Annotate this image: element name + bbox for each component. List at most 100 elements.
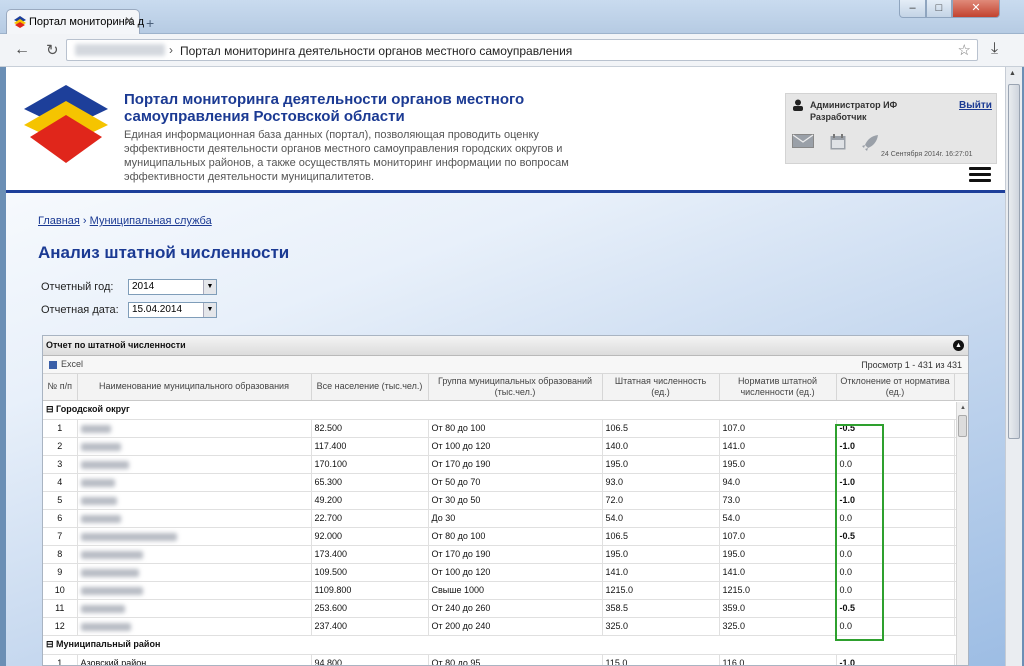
cell-deviation: -1.0 <box>836 437 955 456</box>
redacted-name <box>80 622 131 631</box>
table-row[interactable]: 1 Азовский район 94.800 От 80 до 95 115.0 116… <box>43 654 968 665</box>
cell-deviation: 0.0 <box>836 581 955 600</box>
cell-number: 8 <box>43 545 78 564</box>
address-separator: › <box>169 43 173 57</box>
scroll-up-icon[interactable]: ▲ <box>957 402 968 414</box>
cell-name <box>77 437 312 456</box>
redacted-name <box>80 568 139 577</box>
cell-name <box>77 527 312 546</box>
col-header-staff[interactable]: Штатная численность (ед.) <box>602 374 720 401</box>
table-row[interactable]: 11 253.600 От 240 до 260 358.5 359.0 -0.5 <box>43 599 968 618</box>
reload-icon[interactable]: ↻ <box>46 41 59 59</box>
breadcrumb-section-link[interactable]: Муниципальная служба <box>90 215 212 227</box>
redacted-name <box>80 424 111 433</box>
col-header-number[interactable]: № п/п <box>43 374 78 401</box>
cell-name: Азовский район <box>77 654 312 665</box>
group-label-district[interactable]: ⊟ Муниципальный район <box>43 635 968 655</box>
page-title: Анализ штатной численности <box>38 243 290 262</box>
col-header-deviation[interactable]: Отклонение от норматива (ед.) <box>836 374 955 401</box>
table-row[interactable]: 5 49.200 От 30 до 50 72.0 73.0 -1.0 <box>43 491 968 510</box>
cell-staff: 195.0 <box>602 455 720 474</box>
cell-staff: 72.0 <box>602 491 720 510</box>
back-arrow-icon[interactable]: ← <box>14 41 30 59</box>
cell-staff: 141.0 <box>602 563 720 582</box>
cell-deviation: 0.0 <box>836 455 955 474</box>
cell-norm: 73.0 <box>719 491 837 510</box>
cell-population: 92.000 <box>311 527 429 546</box>
table-row[interactable]: 3 170.100 От 170 до 190 195.0 195.0 0.0 <box>43 455 968 474</box>
table-row[interactable]: 4 65.300 От 50 до 70 93.0 94.0 -1.0 <box>43 473 968 492</box>
group-row-district[interactable]: ⊟ Муниципальный район <box>43 635 968 655</box>
cell-population: 173.400 <box>311 545 429 564</box>
logout-link[interactable]: Выйти <box>959 100 992 111</box>
window-close-button[interactable]: ✕ <box>952 0 1000 18</box>
cell-number: 10 <box>43 581 78 600</box>
breadcrumb-home-link[interactable]: Главная <box>38 215 80 227</box>
col-header-group[interactable]: Группа муниципальных образований (тыс.че… <box>428 374 603 401</box>
cell-deviation: 0.0 <box>836 509 955 528</box>
page-scroll-thumb[interactable] <box>1008 84 1020 439</box>
excel-export-button[interactable]: Excel <box>61 359 83 369</box>
calendar-icon[interactable] <box>830 134 846 150</box>
redacted-name <box>80 496 117 505</box>
table-row[interactable]: 6 22.700 До 30 54.0 54.0 0.0 <box>43 509 968 528</box>
site-header: Портал мониторинга деятельности органов … <box>6 67 1005 193</box>
table-row[interactable]: 12 237.400 От 200 до 240 325.0 325.0 0.0 <box>43 617 968 636</box>
table-row[interactable]: 10 1109.800 Свыше 1000 1215.0 1215.0 0.0 <box>43 581 968 600</box>
menu-hamburger-icon[interactable] <box>969 167 991 183</box>
redacted-name <box>80 514 121 523</box>
tab-close-icon[interactable]: ✕ <box>124 14 134 28</box>
col-header-name[interactable]: Наименование муниципального образования <box>77 374 312 401</box>
cell-staff: 1215.0 <box>602 581 720 600</box>
new-tab-button[interactable]: + <box>146 15 154 31</box>
cell-staff: 195.0 <box>602 545 720 564</box>
mail-icon[interactable] <box>792 134 814 148</box>
window-maximize-button[interactable]: □ <box>926 0 952 18</box>
date-select[interactable]: 15.04.2014 ▼ <box>128 302 217 318</box>
page-scrollbar[interactable]: ▲ <box>1005 67 1022 666</box>
browser-tab[interactable]: Портал мониторинга д ✕ <box>6 9 144 35</box>
table-row[interactable]: 1 82.500 От 80 до 100 106.5 107.0 -0.5 <box>43 419 968 438</box>
group-row-city[interactable]: ⊟ Городской округ <box>43 400 968 420</box>
address-text: Портал мониторинга деятельности органов … <box>180 44 573 58</box>
cell-group: От 80 до 100 <box>428 527 603 546</box>
table-row[interactable]: 8 173.400 От 170 до 190 195.0 195.0 0.0 <box>43 545 968 564</box>
cell-population: 109.500 <box>311 563 429 582</box>
page-viewport: Портал мониторинга деятельности органов … <box>6 67 1005 666</box>
col-header-population[interactable]: Все население (тыс.чел.) <box>311 374 429 401</box>
table-row[interactable]: 7 92.000 От 80 до 100 106.5 107.0 -0.5 <box>43 527 968 546</box>
col-header-norm[interactable]: Норматив штатной численности (ед.) <box>719 374 837 401</box>
window-minimize-button[interactable]: – <box>899 0 926 18</box>
cell-number: 11 <box>43 599 78 618</box>
download-icon[interactable]: ⤓ <box>991 40 998 58</box>
cell-norm: 54.0 <box>719 509 837 528</box>
site-logo-icon <box>24 85 108 163</box>
cell-population: 1109.800 <box>311 581 429 600</box>
year-select[interactable]: 2014 ▼ <box>128 279 217 295</box>
cell-number: 1 <box>43 654 78 665</box>
table-row[interactable]: 9 109.500 От 100 до 120 141.0 141.0 0.0 <box>43 563 968 582</box>
cell-number: 2 <box>43 437 78 456</box>
grid-scrollbar[interactable]: ▲ <box>956 402 968 665</box>
redacted-name <box>80 478 115 487</box>
cell-norm: 195.0 <box>719 455 837 474</box>
chevron-down-icon[interactable]: ▼ <box>203 303 216 317</box>
rocket-icon[interactable] <box>861 134 879 152</box>
cell-name <box>77 617 312 636</box>
cell-number: 5 <box>43 491 78 510</box>
chevron-down-icon[interactable]: ▼ <box>203 280 216 294</box>
cell-group: До 30 <box>428 509 603 528</box>
group-label-city[interactable]: ⊟ Городской округ <box>43 400 968 420</box>
excel-icon[interactable] <box>49 361 57 369</box>
staff-table: № п/п Наименование муниципального образо… <box>43 374 968 665</box>
bookmark-star-icon[interactable]: ☆ <box>958 41 971 59</box>
scroll-up-icon[interactable]: ▲ <box>1009 70 1016 77</box>
cell-number: 1 <box>43 419 78 438</box>
browser-toolbar: ← ↻ › Портал мониторинга деятельности ор… <box>0 34 1024 67</box>
table-row[interactable]: 2 117.400 От 100 до 120 140.0 141.0 -1.0 <box>43 437 968 456</box>
collapse-icon[interactable]: ▲ <box>953 340 964 351</box>
address-bar[interactable]: › Портал мониторинга деятельности органо… <box>66 39 978 61</box>
cell-number: 9 <box>43 563 78 582</box>
grid-scroll-thumb[interactable] <box>958 415 967 437</box>
cell-deviation: -1.0 <box>836 473 955 492</box>
